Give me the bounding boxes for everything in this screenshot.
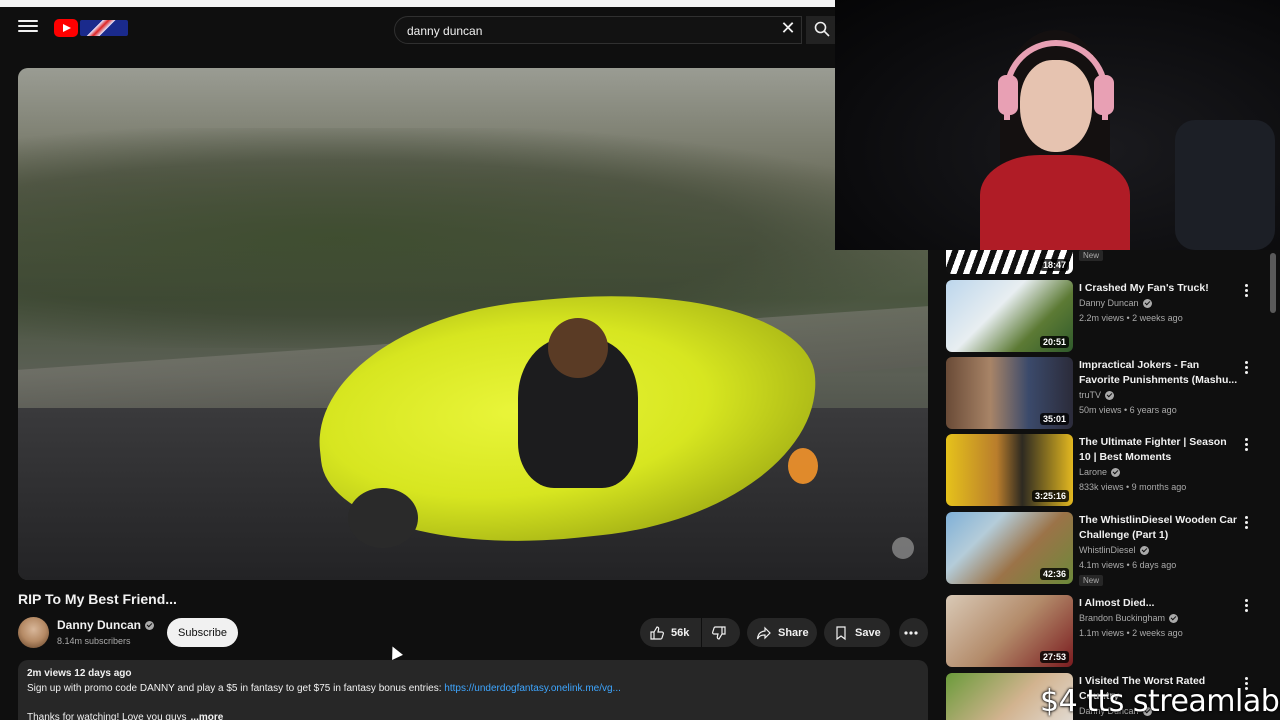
close-icon[interactable]: ✕	[779, 19, 797, 37]
share-icon	[756, 626, 771, 639]
video-title: RIP To My Best Friend...	[18, 591, 177, 607]
recommendation-channel[interactable]: truTV	[1079, 390, 1115, 401]
duration-badge: 20:51	[1039, 336, 1069, 348]
browser-top-strip	[0, 0, 835, 7]
mouse-cursor	[387, 644, 403, 660]
recommendation-title[interactable]: The WhistlinDiesel Wooden Car Challenge …	[1079, 513, 1239, 543]
recommendation-thumbnail[interactable]: 3:25:16	[946, 434, 1073, 506]
recommendation-title[interactable]: I Almost Died...	[1079, 596, 1239, 611]
more-options-icon[interactable]	[1242, 284, 1250, 298]
recommendation-meta: 833k views • 9 months ago	[1079, 482, 1187, 492]
duration-badge: 35:01	[1039, 413, 1069, 425]
recommendation-channel[interactable]: Danny Duncan	[1079, 298, 1152, 309]
recommendation-item[interactable]: 35:01 Impractical Jokers - Fan Favorite …	[946, 357, 1270, 429]
subscribe-button[interactable]: Subscribe	[167, 618, 238, 647]
recommendation-channel[interactable]: Larone	[1079, 467, 1121, 478]
recommendations-sidebar: 18:47 New 20:51 I Crashed My Fan's Truck…	[946, 250, 1280, 720]
recommendation-channel[interactable]: Brandon Buckingham	[1079, 613, 1179, 624]
share-label: Share	[778, 626, 809, 639]
new-badge: New	[1079, 575, 1104, 586]
verified-icon	[145, 621, 155, 631]
youtube-play-icon	[54, 19, 78, 37]
recommendation-thumbnail-partial[interactable]: 18:47	[946, 250, 1073, 274]
more-options-icon[interactable]	[1242, 438, 1250, 452]
more-options-icon[interactable]	[1242, 599, 1250, 613]
recommendation-meta: 2.2m views • 2 weeks ago	[1079, 313, 1183, 323]
channel-text[interactable]: WhistlinDiesel	[1079, 545, 1136, 555]
bookmark-icon	[836, 625, 846, 640]
hamburger-menu-icon[interactable]	[17, 17, 39, 39]
sidebar-scrollbar[interactable]	[1270, 253, 1276, 313]
channel-name[interactable]: Danny Duncan	[57, 618, 155, 632]
more-horizontal-icon	[903, 630, 918, 635]
search-box[interactable]	[394, 16, 802, 44]
dislike-button[interactable]	[702, 618, 740, 647]
recommendation-title[interactable]: I Crashed My Fan's Truck!	[1079, 281, 1239, 296]
channel-watermark-icon[interactable]	[892, 537, 914, 559]
channel-text[interactable]: truTV	[1079, 390, 1101, 400]
channel-text[interactable]: Larone	[1079, 467, 1107, 477]
thumbs-up-icon	[650, 625, 664, 640]
recommendation-title[interactable]: Impractical Jokers - Fan Favorite Punish…	[1079, 358, 1239, 388]
recommendation-thumbnail[interactable]: 42:36	[946, 512, 1073, 584]
recommendation-item[interactable]: 20:51 I Crashed My Fan's Truck! Danny Du…	[946, 280, 1270, 352]
video-player[interactable]	[18, 68, 928, 580]
verified-icon	[1111, 468, 1121, 478]
more-options-icon[interactable]	[1242, 361, 1250, 375]
youtube-logo[interactable]	[54, 19, 130, 39]
duration-badge: 18:47	[1039, 259, 1069, 271]
recommendation-channel[interactable]: WhistlinDiesel	[1079, 545, 1149, 556]
like-count: 56k	[671, 626, 690, 639]
search-input[interactable]	[407, 21, 767, 41]
recommendation-thumbnail[interactable]: 20:51	[946, 280, 1073, 352]
streamer-webcam	[835, 0, 1280, 250]
thumbs-down-icon	[712, 625, 726, 640]
duration-badge: 27:53	[1039, 651, 1069, 663]
search-icon	[814, 21, 830, 37]
more-actions-button[interactable]	[899, 618, 928, 647]
description-thanks: Thanks for watching! Love you guys	[27, 712, 187, 720]
subscriber-count: 8.14m subscribers	[57, 636, 131, 646]
search-button[interactable]	[806, 16, 835, 44]
streamlabs-overlay-text: $4 tts streamlabs	[1040, 684, 1280, 719]
verified-icon	[1139, 546, 1149, 556]
masthead: ✕	[0, 7, 835, 52]
channel-avatar[interactable]	[18, 617, 49, 648]
save-label: Save	[855, 626, 881, 639]
recommendation-item[interactable]: 27:53 I Almost Died... Brandon Buckingha…	[946, 595, 1270, 667]
recommendation-item[interactable]: 3:25:16 The Ultimate Fighter | Season 10…	[946, 434, 1270, 506]
description-line-3: Thanks for watching! Love you guys ...mor…	[27, 712, 919, 720]
recommendation-thumbnail[interactable]: 27:53	[946, 595, 1073, 667]
save-button[interactable]: Save	[824, 618, 890, 647]
recommendation-item[interactable]: 42:36 The WhistlinDiesel Wooden Car Chal…	[946, 512, 1270, 586]
verified-icon	[1105, 391, 1115, 401]
recommendation-title[interactable]: The Ultimate Fighter | Season 10 | Best …	[1079, 435, 1239, 465]
video-frame-yellow-car	[306, 272, 830, 578]
description-box[interactable]: 2m views 12 days ago Sign up with promo …	[18, 660, 928, 720]
channel-name-text[interactable]: Danny Duncan	[57, 618, 141, 632]
description-text: Sign up with promo code DANNY and play a…	[27, 683, 919, 694]
verified-icon	[1169, 614, 1179, 624]
duration-badge: 42:36	[1039, 568, 1069, 580]
logo-flag-doodle	[80, 20, 128, 36]
channel-text[interactable]: Danny Duncan	[1079, 298, 1139, 308]
description-line: Sign up with promo code DANNY and play a…	[27, 683, 445, 694]
recommendation-meta: 1.1m views • 2 weeks ago	[1079, 628, 1183, 638]
recommendation-thumbnail[interactable]: 35:01	[946, 357, 1073, 429]
duration-badge: 3:25:16	[1031, 490, 1069, 502]
description-meta: 2m views 12 days ago	[27, 668, 132, 679]
like-button[interactable]: 56k	[640, 618, 701, 647]
share-button[interactable]: Share	[747, 618, 817, 647]
channel-text[interactable]: Brandon Buckingham	[1079, 613, 1165, 623]
description-link[interactable]: https://underdogfantasy.onelink.me/vg...	[444, 683, 621, 694]
recommendation-meta: 50m views • 6 years ago	[1079, 405, 1177, 415]
more-options-icon[interactable]	[1242, 516, 1250, 530]
verified-icon	[1142, 299, 1152, 309]
new-badge: New	[1079, 250, 1104, 261]
recommendation-meta: 4.1m views • 6 days ago	[1079, 560, 1177, 570]
show-more-link[interactable]: ...more	[191, 712, 224, 720]
